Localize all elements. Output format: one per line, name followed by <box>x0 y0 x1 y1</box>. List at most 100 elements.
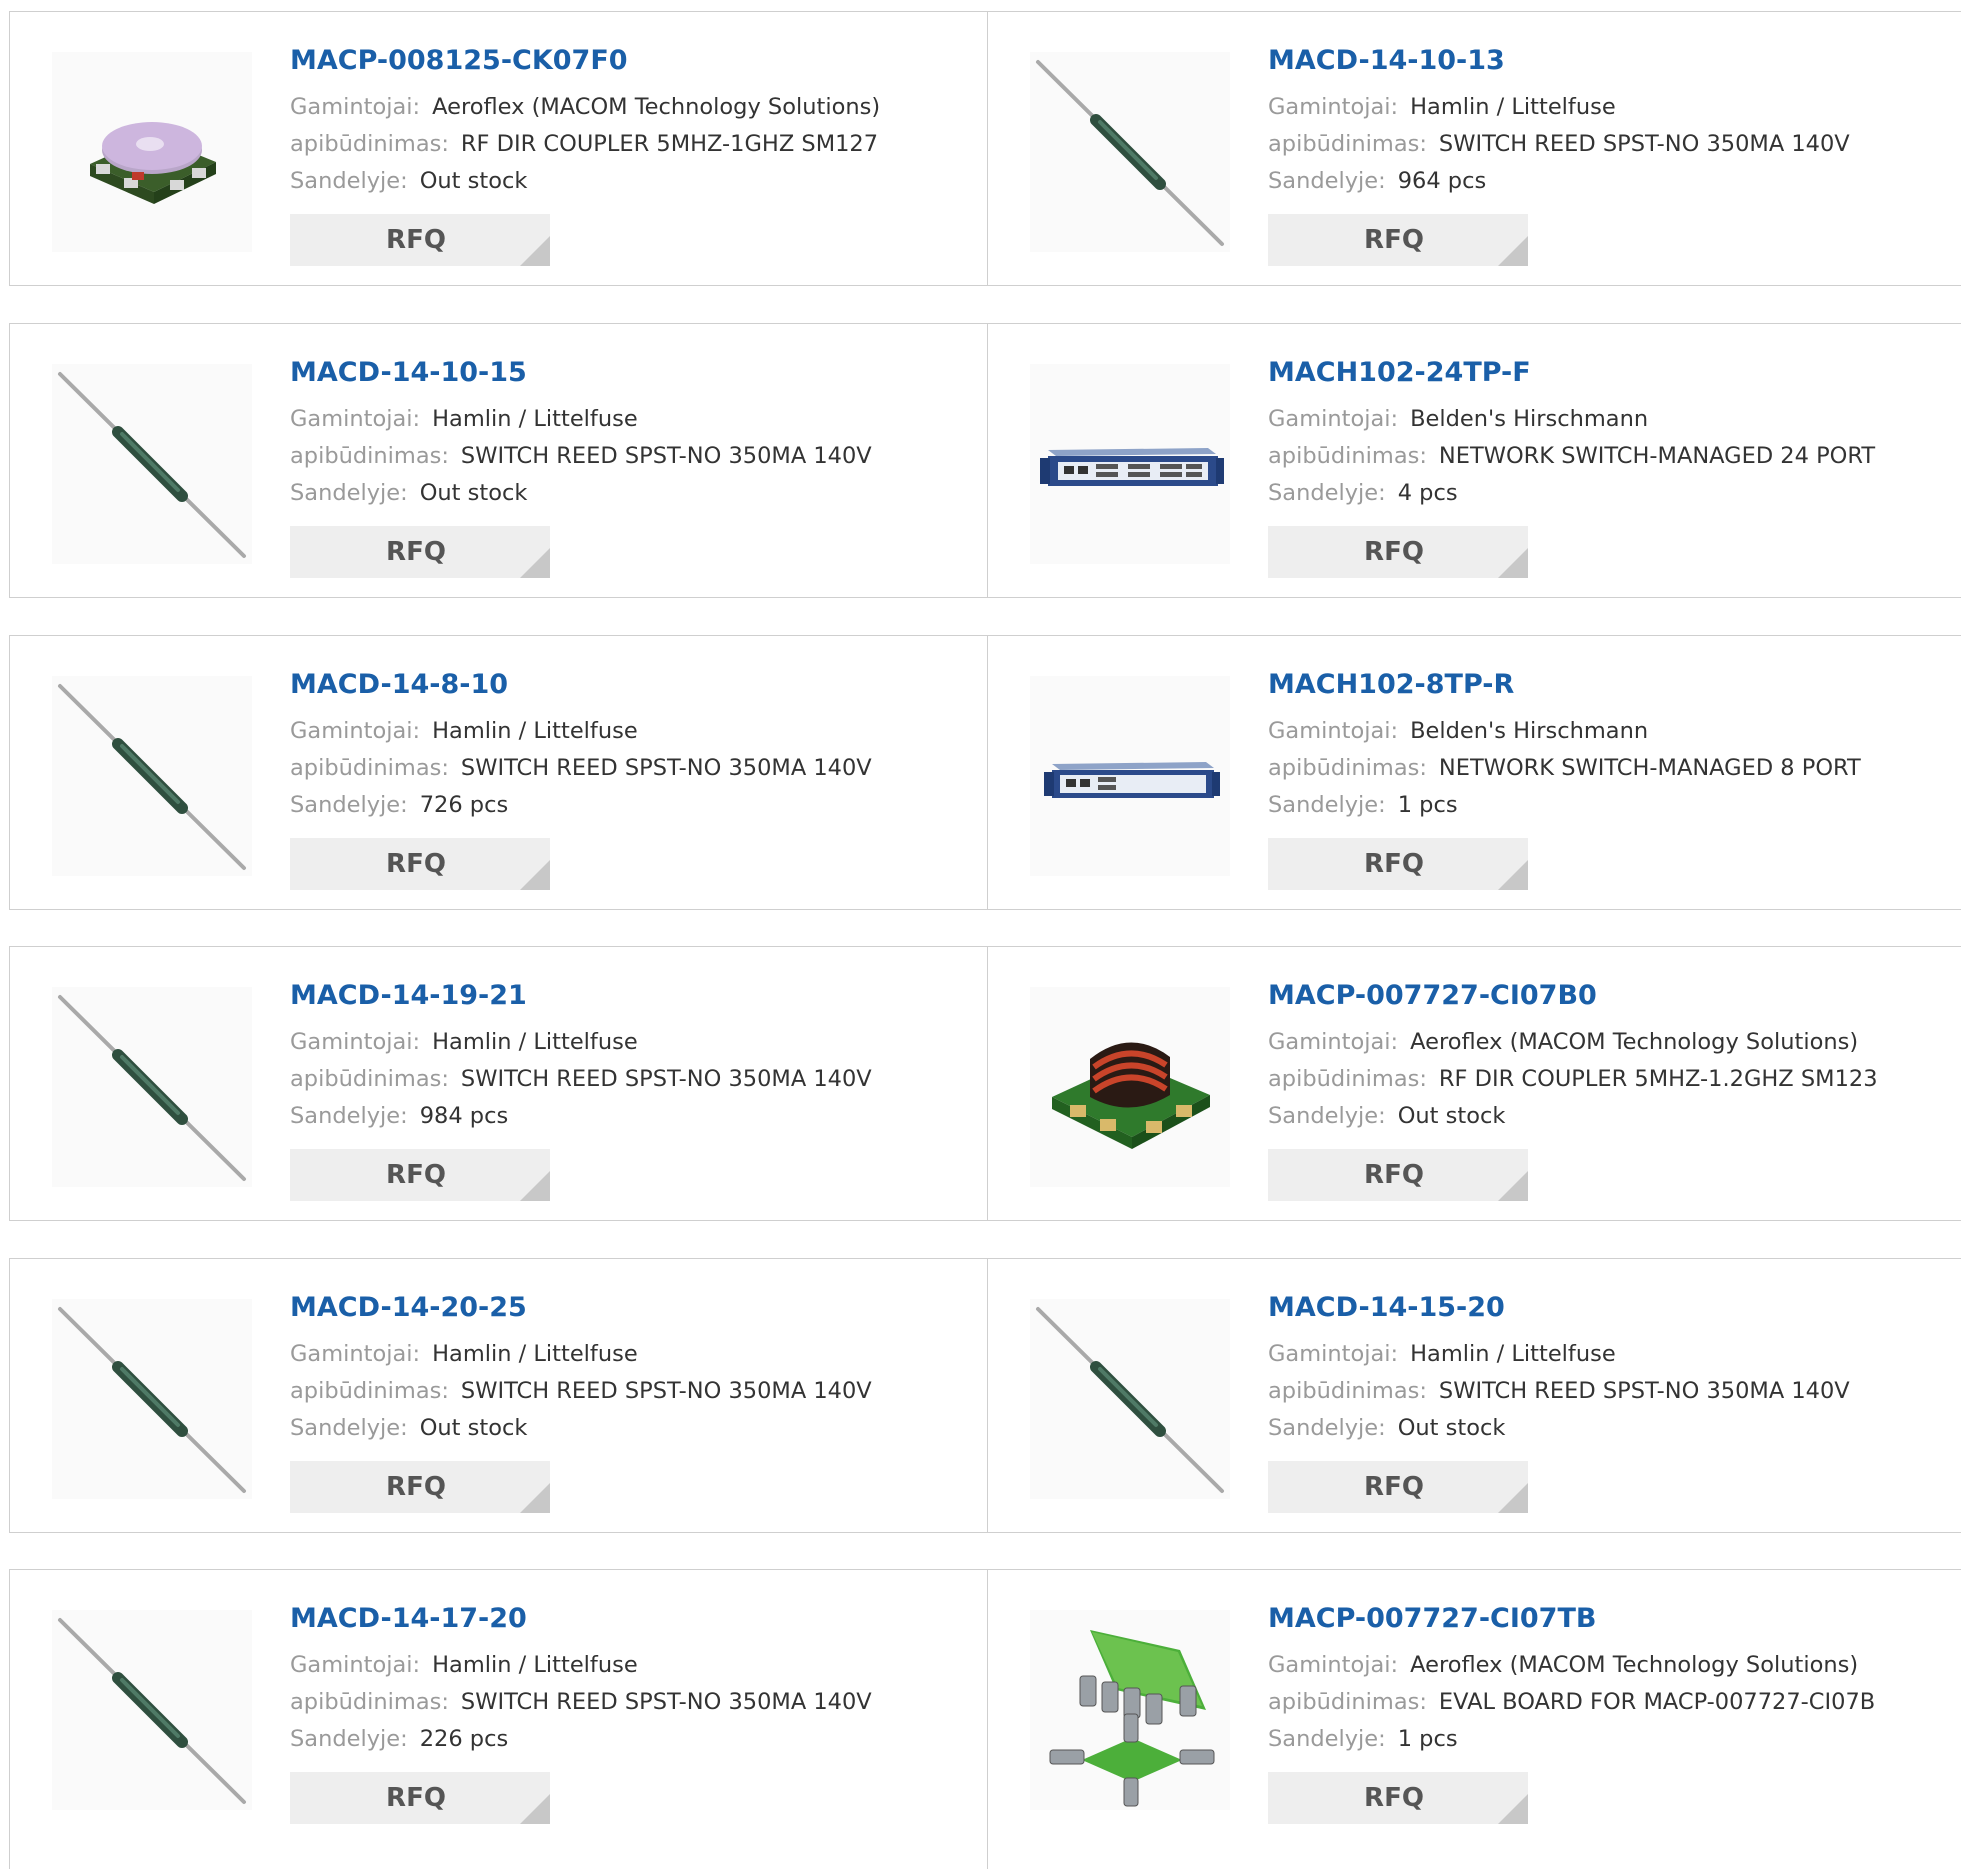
product-image[interactable] <box>1030 1299 1230 1499</box>
product-image[interactable] <box>1030 676 1230 876</box>
description-label: apibūdinimas: <box>1268 1066 1427 1092</box>
stock-line: Sandelyje: 726 pcs <box>290 787 970 824</box>
rfq-button[interactable]: RFQ <box>1268 838 1528 890</box>
manufacturer-label: Gamintojai: <box>1268 1652 1399 1678</box>
stock-value: 726 pcs <box>419 792 509 818</box>
rfq-button[interactable]: RFQ <box>290 1772 550 1824</box>
stock-line: Sandelyje: 984 pcs <box>290 1098 970 1135</box>
rfq-button[interactable]: RFQ <box>1268 1461 1528 1513</box>
rfq-button[interactable]: RFQ <box>290 214 550 266</box>
description-line: apibūdinimas: SWITCH REED SPST-NO 350MA 1… <box>1268 126 1948 163</box>
product-card: MACP-007727-CI07B0 Gamintojai: Aeroflex (… <box>988 947 1961 1220</box>
product-row: MACD-14-17-20 Gamintojai: Hamlin / Littel… <box>9 1569 1961 1869</box>
rfq-label: RFQ <box>1364 1783 1424 1813</box>
part-number-link[interactable]: MACD-14-10-13 <box>1268 44 1948 78</box>
stock-line: Sandelyje: Out stock <box>1268 1410 1948 1447</box>
product-row: MACD-14-20-25 Gamintojai: Hamlin / Littel… <box>9 1258 1961 1533</box>
rfq-button[interactable]: RFQ <box>1268 214 1528 266</box>
description-value: SWITCH REED SPST-NO 350MA 140V <box>460 1378 872 1404</box>
rfq-button[interactable]: RFQ <box>290 1149 550 1201</box>
part-number-link[interactable]: MACH102-24TP-F <box>1268 356 1948 390</box>
stock-label: Sandelyje: <box>290 168 408 194</box>
manufacturer-line: Gamintojai: Hamlin / Littelfuse <box>290 1336 970 1373</box>
rfq-button[interactable]: RFQ <box>290 1461 550 1513</box>
manufacturer-label: Gamintojai: <box>290 1029 421 1055</box>
stock-line: Sandelyje: Out stock <box>290 1410 970 1447</box>
product-row: MACD-14-8-10 Gamintojai: Hamlin / Littelf… <box>9 635 1961 910</box>
reed-switch-image <box>1036 60 1224 246</box>
rfq-button[interactable]: RFQ <box>1268 1772 1528 1824</box>
manufacturer-line: Gamintojai: Hamlin / Littelfuse <box>1268 1336 1948 1373</box>
description-label: apibūdinimas: <box>290 1066 449 1092</box>
manufacturer-line: Gamintojai: Aeroflex (MACOM Technology So… <box>1268 1024 1948 1061</box>
product-info: MACP-007727-CI07B0 Gamintojai: Aeroflex (… <box>1268 979 1948 1135</box>
product-info: MACD-14-19-21 Gamintojai: Hamlin / Littel… <box>290 979 970 1135</box>
description-value: RF DIR COUPLER 5MHZ-1.2GHZ SM123 <box>1438 1066 1878 1092</box>
part-number-link[interactable]: MACD-14-8-10 <box>290 668 970 702</box>
stock-value: 964 pcs <box>1397 168 1487 194</box>
rfq-label: RFQ <box>1364 1472 1424 1502</box>
part-number-link[interactable]: MACD-14-10-15 <box>290 356 970 390</box>
reed-switch-image <box>58 1307 246 1493</box>
part-number-link[interactable]: MACD-14-20-25 <box>290 1291 970 1325</box>
description-line: apibūdinimas: SWITCH REED SPST-NO 350MA 1… <box>290 1373 970 1410</box>
description-label: apibūdinimas: <box>1268 1689 1427 1715</box>
part-number-link[interactable]: MACP-007727-CI07B0 <box>1268 979 1948 1013</box>
part-number-link[interactable]: MACP-007727-CI07TB <box>1268 1602 1948 1636</box>
stock-label: Sandelyje: <box>1268 1103 1386 1129</box>
product-image[interactable] <box>52 987 252 1187</box>
network-switch-image <box>1044 762 1220 798</box>
rfq-button[interactable]: RFQ <box>1268 1149 1528 1201</box>
manufacturer-value: Hamlin / Littelfuse <box>1410 94 1616 120</box>
rfq-button[interactable]: RFQ <box>1268 526 1528 578</box>
product-image[interactable] <box>52 1610 252 1810</box>
stock-value: Out stock <box>1397 1103 1506 1129</box>
manufacturer-line: Gamintojai: Hamlin / Littelfuse <box>290 1024 970 1061</box>
product-image[interactable] <box>52 52 252 252</box>
description-value: SWITCH REED SPST-NO 350MA 140V <box>460 1066 872 1092</box>
product-image[interactable] <box>1030 1610 1230 1810</box>
manufacturer-value: Hamlin / Littelfuse <box>432 1341 638 1367</box>
rfq-button[interactable]: RFQ <box>290 526 550 578</box>
reed-switch-image <box>58 372 246 558</box>
product-image[interactable] <box>1030 52 1230 252</box>
manufacturer-line: Gamintojai: Hamlin / Littelfuse <box>290 1647 970 1684</box>
product-row: MACP-008125-CK07F0 Gamintojai: Aeroflex (… <box>9 11 1961 286</box>
stock-label: Sandelyje: <box>290 1726 408 1752</box>
manufacturer-value: Aeroflex (MACOM Technology Solutions) <box>1410 1029 1859 1055</box>
manufacturer-label: Gamintojai: <box>290 1341 421 1367</box>
manufacturer-label: Gamintojai: <box>1268 1341 1399 1367</box>
product-image[interactable] <box>52 1299 252 1499</box>
product-image[interactable] <box>1030 364 1230 564</box>
rfq-label: RFQ <box>1364 1160 1424 1190</box>
product-image[interactable] <box>52 364 252 564</box>
product-image[interactable] <box>52 676 252 876</box>
manufacturer-label: Gamintojai: <box>1268 718 1399 744</box>
product-image[interactable] <box>1030 987 1230 1187</box>
stock-label: Sandelyje: <box>1268 1726 1386 1752</box>
stock-value: 1 pcs <box>1397 1726 1458 1752</box>
part-number-link[interactable]: MACD-14-19-21 <box>290 979 970 1013</box>
description-value: SWITCH REED SPST-NO 350MA 140V <box>460 1689 872 1715</box>
part-number-link[interactable]: MACD-14-17-20 <box>290 1602 970 1636</box>
manufacturer-label: Gamintojai: <box>290 718 421 744</box>
stock-value: Out stock <box>419 1415 528 1441</box>
stock-label: Sandelyje: <box>1268 792 1386 818</box>
corner-triangle-icon <box>520 1794 550 1824</box>
part-number-link[interactable]: MACP-008125-CK07F0 <box>290 44 970 78</box>
manufacturer-line: Gamintojai: Hamlin / Littelfuse <box>1268 89 1948 126</box>
part-number-link[interactable]: MACH102-8TP-R <box>1268 668 1948 702</box>
corner-triangle-icon <box>1498 1171 1528 1201</box>
stock-value: 4 pcs <box>1397 480 1458 506</box>
stock-line: Sandelyje: 4 pcs <box>1268 475 1948 512</box>
stock-value: Out stock <box>419 168 528 194</box>
part-number-link[interactable]: MACD-14-15-20 <box>1268 1291 1948 1325</box>
corner-triangle-icon <box>1498 860 1528 890</box>
description-value: NETWORK SWITCH-MANAGED 8 PORT <box>1438 755 1861 781</box>
rfq-button[interactable]: RFQ <box>290 838 550 890</box>
corner-triangle-icon <box>1498 1794 1528 1824</box>
stock-label: Sandelyje: <box>290 1415 408 1441</box>
manufacturer-line: Gamintojai: Belden's Hirschmann <box>1268 713 1948 750</box>
rfq-label: RFQ <box>1364 225 1424 255</box>
description-label: apibūdinimas: <box>290 755 449 781</box>
